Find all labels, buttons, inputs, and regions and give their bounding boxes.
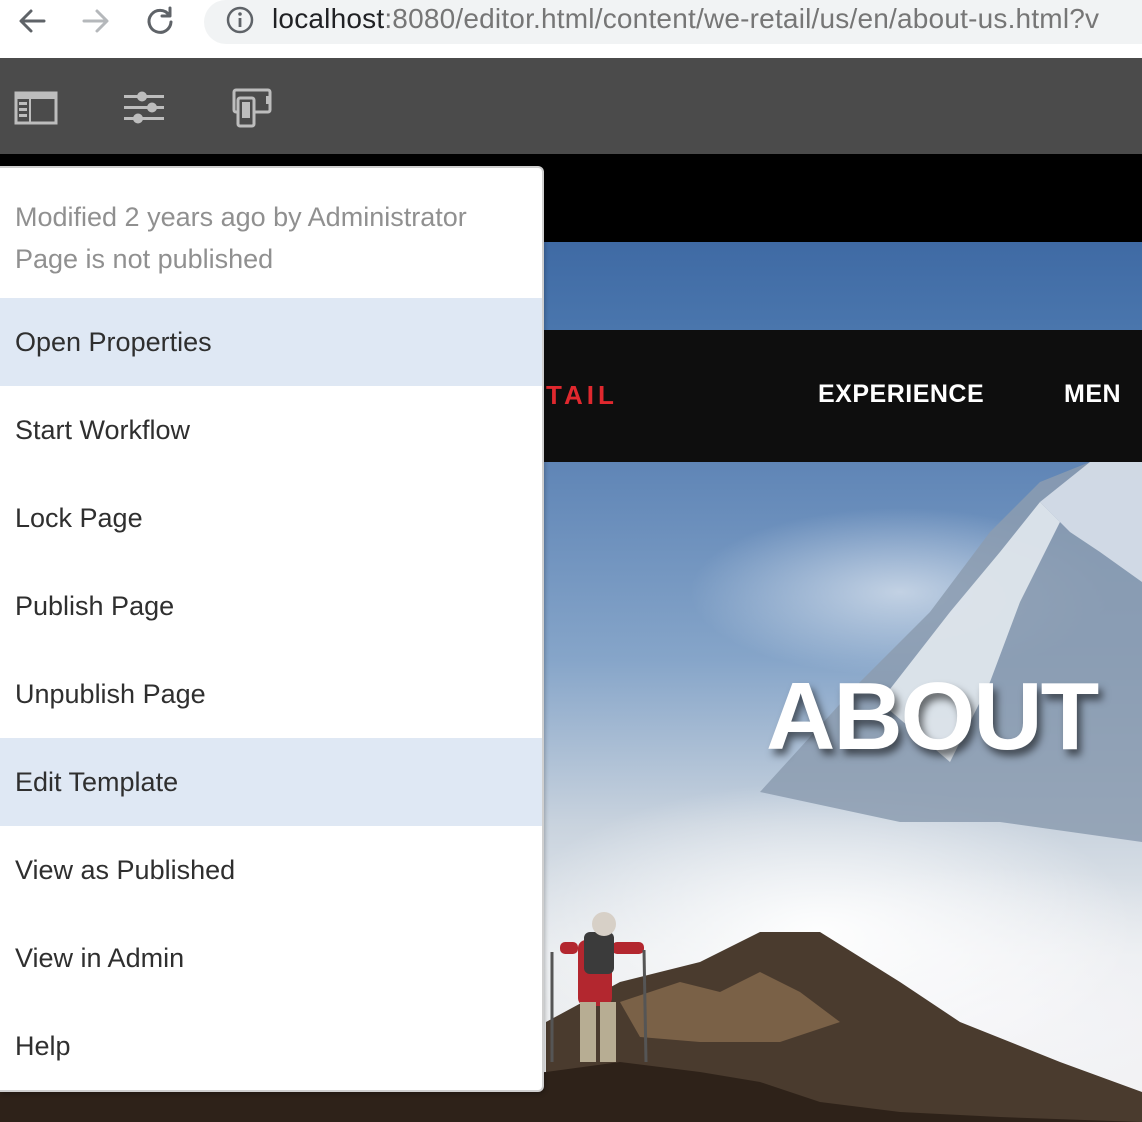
- emulator-device-icon[interactable]: [230, 88, 274, 128]
- browser-toolbar: localhost:8080/editor.html/content/we-re…: [0, 0, 1142, 58]
- page-info-text: Modified 2 years ago by Administrator Pa…: [15, 196, 467, 280]
- back-arrow-icon: [19, 9, 46, 33]
- menu-item-view-in-admin[interactable]: View in Admin: [0, 914, 542, 1002]
- page-properties-sliders-icon[interactable]: [122, 88, 166, 128]
- back-button[interactable]: [12, 4, 52, 38]
- hero-title: ABOUT: [766, 663, 1099, 770]
- menu-item-lock-page[interactable]: Lock Page: [0, 474, 542, 562]
- reload-button[interactable]: [140, 4, 180, 38]
- menu-item-start-workflow[interactable]: Start Workflow: [0, 386, 542, 474]
- url-text[interactable]: localhost:8080/editor.html/content/we-re…: [272, 3, 1099, 35]
- nav-link-men[interactable]: MEN: [1064, 380, 1121, 409]
- forward-arrow-icon: [82, 9, 109, 33]
- menu-item-unpublish-page[interactable]: Unpublish Page: [0, 650, 542, 738]
- info-icon[interactable]: [226, 6, 254, 34]
- nav-link-experience[interactable]: EXPERIENCE: [818, 380, 984, 409]
- reload-icon: [147, 6, 173, 34]
- brand-logo-text[interactable]: TAIL: [546, 380, 618, 411]
- url-host: localhost: [272, 3, 385, 34]
- menu-item-edit-template[interactable]: Edit Template: [0, 738, 542, 826]
- menu-item-publish-page[interactable]: Publish Page: [0, 562, 542, 650]
- publish-status: Page is not published: [15, 244, 274, 274]
- menu-item-view-as-published[interactable]: View as Published: [0, 826, 542, 914]
- page-information-menu: Modified 2 years ago by Administrator Pa…: [0, 166, 544, 1092]
- editor-toolbar: [0, 58, 1142, 154]
- url-path: :8080/editor.html/content/we-retail/us/e…: [384, 3, 1100, 34]
- modified-info: Modified 2 years ago by Administrator: [15, 202, 467, 232]
- forward-button[interactable]: [76, 4, 116, 38]
- address-bar[interactable]: localhost:8080/editor.html/content/we-re…: [204, 0, 1142, 44]
- menu-item-open-properties[interactable]: Open Properties: [0, 298, 542, 386]
- side-panel-icon[interactable]: [14, 88, 58, 128]
- menu-item-help[interactable]: Help: [0, 1002, 542, 1090]
